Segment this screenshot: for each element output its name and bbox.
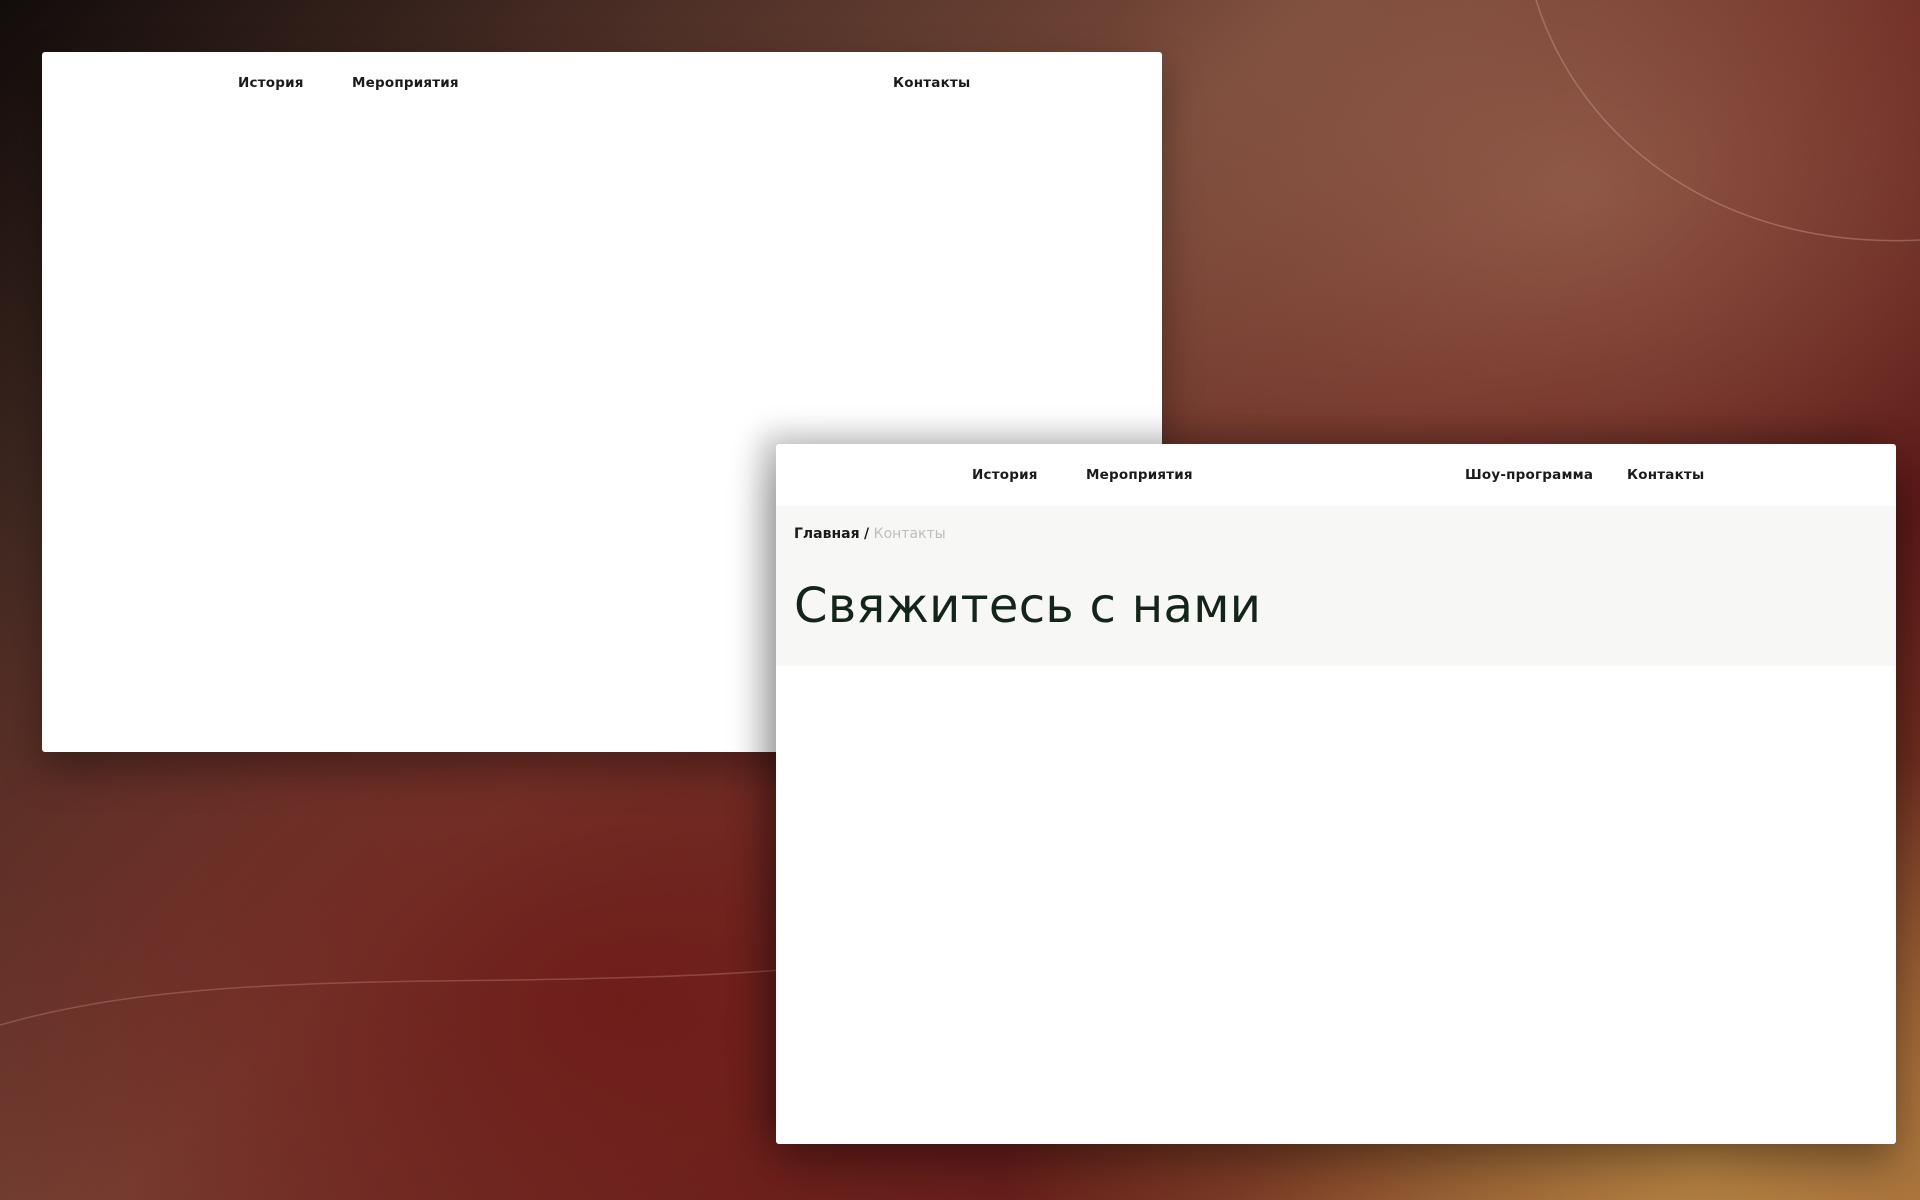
back-nav-contacts[interactable]: Контакты [893,52,970,114]
breadcrumb-current: Контакты [873,526,946,542]
breadcrumb: Главная / Контакты [794,526,946,542]
front-nav-contacts[interactable]: Контакты [1627,444,1704,506]
front-nav-show[interactable]: Шоу-программа [1465,444,1593,506]
back-nav-events[interactable]: Мероприятия [352,52,459,114]
front-window: История Мероприятия Шоу-программа Контак… [776,444,1896,1144]
front-nav-history[interactable]: История [972,444,1038,506]
page-title: Свяжитесь с нами [794,578,1262,634]
breadcrumb-home-link[interactable]: Главная [794,526,860,542]
background-wave [0,969,781,1026]
page-hero: Главная / Контакты Свяжитесь с нами [776,506,1896,666]
breadcrumb-separator: / [864,526,870,542]
back-window-nav: История Мероприятия Контакты [42,52,1162,114]
front-nav-events[interactable]: Мероприятия [1086,444,1193,506]
front-window-nav: История Мероприятия Шоу-программа Контак… [776,444,1896,506]
background-arc [1535,0,1920,242]
back-nav-history[interactable]: История [238,52,304,114]
